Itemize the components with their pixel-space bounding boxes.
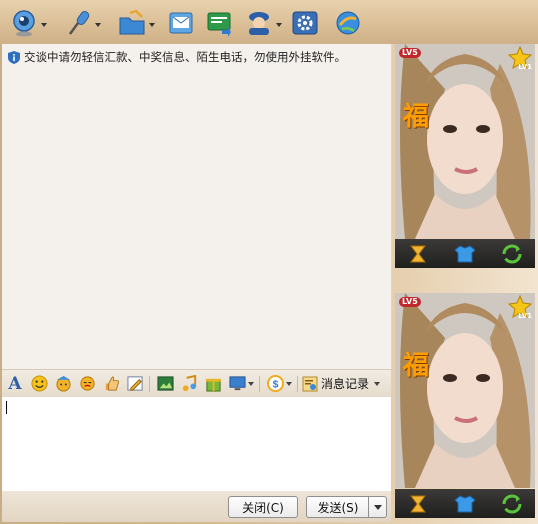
history-dropdown-arrow[interactable]	[374, 381, 381, 386]
font-icon: A	[8, 373, 22, 394]
screen-capture-icon	[228, 376, 246, 391]
svg-text:$: $	[272, 379, 278, 390]
contact-photo	[395, 44, 535, 239]
smiley-icon	[30, 375, 48, 392]
webcam-button[interactable]	[10, 8, 47, 38]
fortune-badge: 福	[403, 102, 430, 132]
file-dropdown-arrow[interactable]	[149, 23, 155, 27]
payment-coin-icon: $	[266, 375, 284, 392]
voice-message-button[interactable]	[102, 375, 120, 393]
refresh-icon[interactable]	[501, 244, 523, 264]
payment-dropdown-arrow[interactable]	[285, 381, 292, 386]
music-button[interactable]	[180, 375, 198, 393]
contact-card-button[interactable]	[245, 8, 282, 38]
share-globe-icon	[336, 11, 360, 35]
security-notice: 交谈中请勿轻信汇款、中奖信息、陌生电话，勿使用外挂软件。	[8, 49, 346, 65]
tshirt-icon[interactable]	[454, 244, 476, 264]
contact-dropdown-arrow[interactable]	[276, 23, 282, 27]
screenshot-button[interactable]	[228, 375, 254, 393]
send-image-button[interactable]	[156, 375, 174, 393]
user-level-badge: LV5	[399, 297, 421, 307]
music-note-icon	[182, 375, 196, 392]
payment-button[interactable]: $	[266, 375, 292, 393]
magic-face-icon	[55, 375, 71, 392]
shake-face-icon	[79, 376, 95, 391]
magic-emoji-button[interactable]	[54, 375, 72, 393]
share-button[interactable]	[334, 8, 362, 38]
chat-history-panel[interactable]: 交谈中请勿轻信汇款、中奖信息、陌生电话，勿使用外挂软件。	[2, 44, 392, 369]
hourglass-icon[interactable]	[407, 494, 429, 514]
email-button[interactable]	[167, 8, 195, 38]
pencil-icon	[126, 376, 143, 391]
nudge-button[interactable]	[78, 375, 96, 393]
format-separator	[297, 375, 298, 392]
chevron-down-icon	[373, 504, 382, 510]
toolbar	[0, 0, 538, 44]
message-log-icon	[302, 376, 318, 391]
message-history-label: 消息记录	[321, 377, 370, 391]
emoji-button[interactable]	[30, 375, 48, 393]
contact-video-panel: LV5 LV1 福	[395, 44, 535, 239]
file-transfer-button[interactable]	[118, 8, 155, 38]
gift-button[interactable]	[204, 375, 222, 393]
star-level-label: LV1	[518, 312, 532, 320]
thumb-hand-icon	[105, 376, 119, 391]
apps-button[interactable]	[291, 8, 319, 38]
webcam-dropdown-arrow[interactable]	[41, 23, 47, 27]
self-photo	[395, 293, 535, 488]
webcam-icon	[13, 10, 35, 37]
voice-dropdown-arrow[interactable]	[95, 23, 101, 27]
contact-video-controls	[395, 239, 535, 268]
format-separator	[259, 375, 260, 392]
refresh-icon[interactable]	[501, 494, 523, 514]
tshirt-icon[interactable]	[454, 494, 476, 514]
format-separator	[149, 375, 150, 392]
self-video-panel: LV5 LV1 福	[395, 293, 535, 488]
message-input[interactable]	[2, 397, 391, 491]
microphone-icon	[68, 11, 90, 35]
screenshot-dropdown-arrow[interactable]	[247, 381, 254, 386]
voice-button[interactable]	[64, 8, 101, 38]
email-icon	[169, 12, 193, 34]
app-settings-icon	[292, 11, 318, 35]
format-toolbar: A $ 消息记录	[2, 369, 391, 398]
send-button[interactable]: 发送(S)	[306, 496, 369, 518]
sms-button[interactable]	[205, 8, 233, 38]
shield-info-icon	[8, 50, 20, 64]
send-options-button[interactable]	[368, 496, 387, 518]
action-bar: 关闭(C) 发送(S)	[2, 491, 391, 522]
self-video-controls	[395, 489, 535, 518]
text-caret	[6, 401, 7, 414]
gift-icon	[205, 378, 221, 392]
scribble-button[interactable]	[126, 375, 144, 393]
sms-icon	[207, 12, 231, 37]
hourglass-icon[interactable]	[407, 244, 429, 264]
user-level-badge: LV5	[399, 48, 421, 58]
star-level-label: LV1	[518, 63, 532, 71]
font-button[interactable]: A	[6, 373, 24, 394]
close-button[interactable]: 关闭(C)	[228, 496, 298, 518]
image-icon	[156, 376, 174, 391]
contact-card-icon	[249, 12, 269, 35]
folder-transfer-icon	[119, 9, 145, 35]
fortune-badge: 福	[403, 351, 430, 381]
message-history-button[interactable]: 消息记录	[302, 375, 381, 392]
security-notice-text: 交谈中请勿轻信汇款、中奖信息、陌生电话，勿使用外挂软件。	[24, 50, 346, 64]
